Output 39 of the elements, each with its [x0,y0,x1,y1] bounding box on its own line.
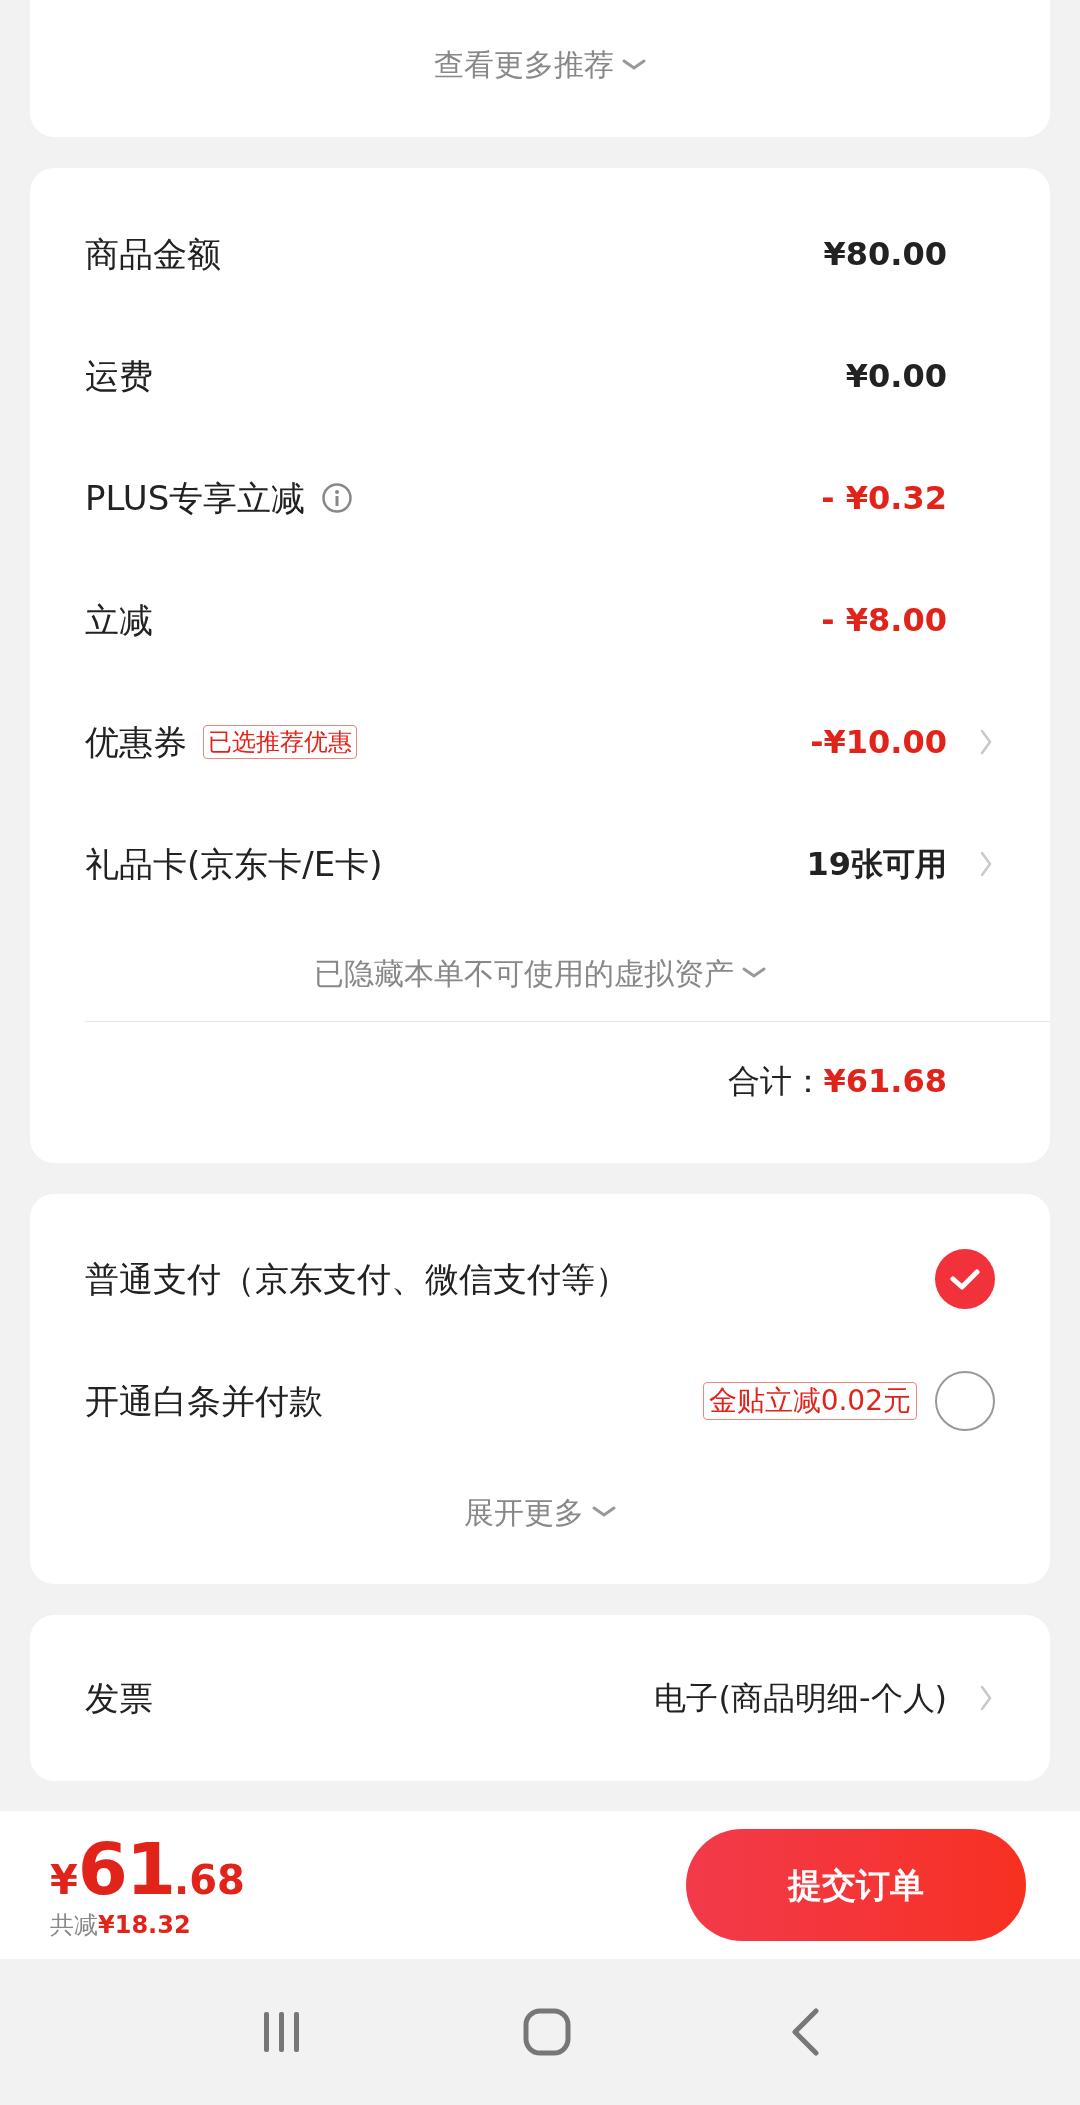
row-label: PLUS专享立减 [85,476,306,520]
row-label: 运费 [85,354,153,398]
row-label: 礼品卡(京东卡/E卡) [85,842,383,886]
chevron-down-icon [742,967,766,979]
submit-order-button[interactable]: 提交订单 [686,1829,1026,1941]
show-more-link[interactable]: 查看更多推荐 [434,42,646,87]
amount-value: -¥10.00 [810,722,947,763]
expand-more-link[interactable]: 展开更多 [464,1489,616,1535]
total-label: 合计： [727,1061,824,1102]
payment-option[interactable]: 普通支付（京东支付、微信支付等） [30,1218,1050,1340]
chevron-down-icon [622,58,646,71]
row-label: 商品金额 [85,232,221,276]
home-icon[interactable] [523,2008,571,2056]
total-value: ¥61.68 [823,1061,947,1102]
chevron-down-icon [592,1506,616,1518]
checkmark-icon [949,1267,981,1291]
info-icon[interactable] [321,482,354,514]
back-icon[interactable] [790,2008,821,2056]
hidden-assets-link[interactable]: 已隐藏本单不可使用的虚拟资产 [314,950,766,996]
payment-option[interactable]: 开通白条并付款 金贴立减0.02元 [30,1340,1050,1462]
promo-tag: 已选推荐优惠 [203,725,357,759]
amount-value: ¥0.00 [845,356,947,397]
chevron-right-icon [980,1685,992,1711]
summary-row[interactable]: 优惠券 已选推荐优惠 -¥10.00 [30,681,1050,803]
amount-value: - ¥8.00 [821,600,947,641]
invoice-row[interactable]: 发票 电子(商品明细-个人) [30,1615,1050,1781]
amount-value: 19张可用 [806,844,947,885]
promo-tag: 金贴立减0.02元 [702,1382,917,1420]
savings-text: 共减¥18.32 [50,1913,192,1937]
row-label: 立减 [85,598,153,642]
amount-value: - ¥0.32 [821,478,947,519]
amount-value: ¥80.00 [823,234,947,275]
row-label: 优惠券 [85,720,187,764]
radio-button[interactable] [935,1371,995,1431]
summary-row[interactable]: 礼品卡(京东卡/E卡) 19张可用 [30,803,1050,925]
radio-button[interactable] [935,1249,995,1309]
invoice-value: 电子(商品明细-个人) [654,1678,947,1719]
row-label: 发票 [85,1676,154,1720]
total-price: ¥61.68 [50,1833,246,1905]
